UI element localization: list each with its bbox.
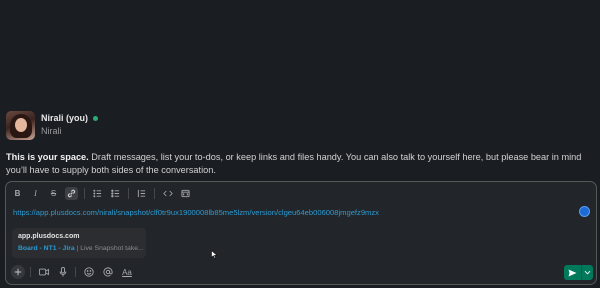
message-composer[interactable]: B I S https://app.plusdocs.com/nirali/sn… bbox=[5, 181, 597, 285]
italic-icon[interactable]: I bbox=[29, 187, 42, 200]
message-url-link[interactable]: https://app.plusdocs.com/nirali/snapshot… bbox=[13, 208, 379, 217]
send-button[interactable] bbox=[564, 265, 581, 280]
toolbar-divider bbox=[154, 188, 155, 199]
avatar[interactable] bbox=[6, 111, 35, 140]
profile-name-row: Nirali (you) bbox=[41, 114, 99, 123]
emoji-icon[interactable] bbox=[82, 265, 96, 279]
composer-actions: Aa bbox=[11, 265, 139, 279]
actions-divider bbox=[30, 267, 31, 277]
toolbar-divider bbox=[84, 188, 85, 199]
actions-divider bbox=[75, 267, 76, 277]
ordered-list-icon[interactable] bbox=[91, 187, 104, 200]
link-preview-description: Live Snapshot take... bbox=[80, 245, 144, 252]
link-preview-summary: Board - NT1 - Jira | Live Snapshot take.… bbox=[18, 245, 144, 252]
mention-icon[interactable] bbox=[101, 265, 115, 279]
mouse-pointer-icon bbox=[211, 250, 218, 259]
profile-text: Nirali (you) Nirali bbox=[41, 111, 99, 136]
self-dm-intro: This is your space. Draft messages, list… bbox=[6, 151, 596, 177]
toolbar-divider bbox=[128, 188, 129, 199]
send-button-group bbox=[564, 265, 593, 280]
link-preview-domain: app.plusdocs.com bbox=[18, 233, 80, 240]
code-icon[interactable] bbox=[161, 187, 174, 200]
status-active-icon bbox=[93, 116, 99, 121]
microphone-icon[interactable] bbox=[56, 265, 70, 279]
send-icon bbox=[568, 268, 577, 277]
bulleted-list-icon[interactable] bbox=[109, 187, 122, 200]
link-preview-title[interactable]: Board - NT1 - Jira bbox=[18, 245, 75, 252]
blockquote-icon[interactable] bbox=[135, 187, 148, 200]
attach-plus-icon[interactable] bbox=[11, 265, 25, 279]
intro-heading: This is your space. bbox=[6, 152, 89, 162]
schedule-send-chevron-down-icon[interactable] bbox=[582, 265, 593, 280]
strikethrough-icon[interactable]: S bbox=[47, 187, 60, 200]
profile-header: Nirali (you) Nirali bbox=[6, 111, 99, 140]
format-text-button[interactable]: Aa bbox=[120, 265, 134, 279]
intro-text: Draft messages, list your to-dos, or kee… bbox=[6, 152, 582, 175]
code-block-icon[interactable] bbox=[179, 187, 192, 200]
link-icon[interactable] bbox=[65, 187, 78, 200]
grammar-assistant-icon[interactable] bbox=[579, 206, 590, 217]
formatting-toolbar: B I S bbox=[11, 186, 197, 201]
video-clip-icon[interactable] bbox=[37, 265, 51, 279]
profile-subtitle: Nirali bbox=[41, 126, 62, 136]
bold-icon[interactable]: B bbox=[11, 187, 24, 200]
profile-name[interactable]: Nirali (you) bbox=[41, 114, 88, 123]
link-preview-card[interactable]: app.plusdocs.com Board - NT1 - Jira | Li… bbox=[12, 228, 146, 258]
